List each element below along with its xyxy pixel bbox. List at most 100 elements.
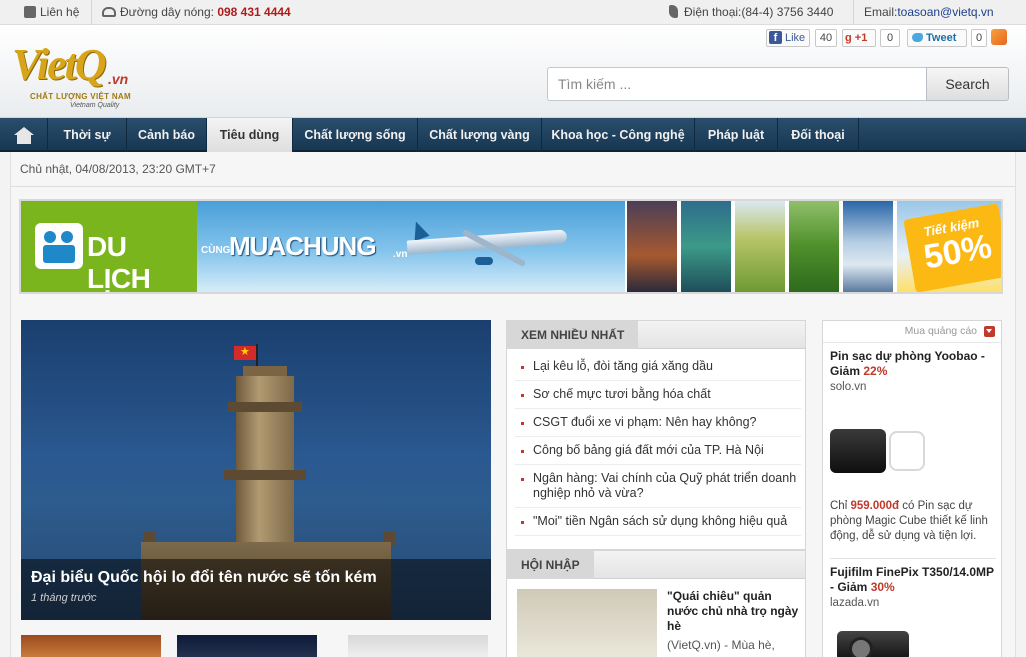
ad-title[interactable]: Fujifilm FinePix T350/14.0MP - Giảm 30%	[830, 565, 996, 595]
list-item[interactable]: Sơ chế mực tươi bằng hóa chất	[515, 381, 801, 409]
most-viewed-heading[interactable]: XEM NHIỀU NHẤT	[507, 321, 639, 349]
divider	[91, 0, 92, 25]
ad-price: 959.000đ	[850, 500, 900, 512]
divider	[853, 0, 854, 25]
ad-site[interactable]: solo.vn	[830, 381, 866, 393]
list-item[interactable]: "Moi" tiền Ngân sách sử dụng không hiệu …	[515, 508, 801, 536]
most-viewed-list: Lại kêu lỗ, đòi tăng giá xăng dầu Sơ chế…	[515, 353, 801, 536]
city-photo	[625, 201, 677, 292]
buy-ads-link[interactable]: Mua quảng cáo	[905, 325, 977, 337]
story-title[interactable]: "Quái chiêu" quản nước chủ nhà trọ ngày …	[667, 589, 801, 634]
google-plus-label: +1	[854, 32, 868, 44]
email-info: Email:toasoan@vietq.vn	[864, 0, 994, 25]
ad-description: Chỉ 959.000đ có Pin sạc dự phòng Magic C…	[830, 499, 998, 544]
list-item[interactable]: Ngân hàng: Vai chính của Quỹ phát triển …	[515, 465, 801, 508]
story-thumbnail[interactable]	[177, 635, 317, 657]
tower-balcony	[228, 402, 302, 412]
story-thumbnail[interactable]	[21, 635, 161, 657]
nav-item-tieu-dung[interactable]: Tiêu dùng	[207, 118, 293, 154]
coast-photo	[679, 201, 731, 292]
ad-title-text: Pin sạc dự phòng Yoobao - Giảm	[830, 349, 985, 378]
airplane-engine	[475, 257, 493, 265]
ad-desc-prefix: Chỉ	[830, 500, 851, 512]
handset-icon	[669, 5, 678, 18]
list-item[interactable]: Lại kêu lỗ, đòi tăng giá xăng dầu	[515, 353, 801, 381]
most-viewed-box: XEM NHIỀU NHẤT Lại kêu lỗ, đòi tăng giá …	[506, 320, 806, 550]
vietnam-flag-icon	[234, 345, 256, 360]
featured-title[interactable]: Đại biểu Quốc hội lo đổi tên nước sẽ tốn…	[31, 569, 377, 587]
main-navigation: Thời sự Cảnh báo Tiêu dùng Chất lượng số…	[0, 118, 1026, 154]
home-button[interactable]	[0, 118, 48, 152]
site-logo[interactable]: VietQ .vn CHẤT LƯỢNG VIỆT NAM Vietnam Qu…	[12, 31, 142, 115]
cable-image	[889, 431, 925, 471]
list-item[interactable]: CSGT đuổi xe vi phạm: Nên hay không?	[515, 409, 801, 437]
nav-item-khoa-hoc-cong-nghe[interactable]: Khoa học - Công nghệ	[542, 118, 695, 152]
nav-item-canh-bao[interactable]: Cảnh báo	[127, 118, 207, 152]
banner-sky-panel: CÙNG MUACHUNG .vn	[197, 201, 625, 292]
story-summary: (VietQ.vn) - Mùa hè,	[667, 638, 775, 652]
tweet-button[interactable]: Tweet	[907, 29, 967, 47]
nav-item-doi-thoai[interactable]: Đối thoại	[778, 118, 859, 152]
list-item[interactable]: Công bố bảng giá đất mới của TP. Hà Nội	[515, 437, 801, 465]
contact-link[interactable]: Liên hệ	[24, 0, 79, 25]
search-input[interactable]: Tìm kiếm ...	[547, 67, 926, 101]
story-thumbnail[interactable]	[517, 589, 657, 657]
power-bank-image[interactable]	[830, 429, 886, 473]
camera-image[interactable]	[837, 631, 909, 657]
ad-title[interactable]: Pin sạc dự phòng Yoobao - Giảm 22%	[830, 349, 996, 379]
current-date: Chủ nhật, 04/08/2013, 23:20 GMT+7	[20, 162, 216, 176]
divider	[830, 558, 996, 559]
contact-label: Liên hệ	[40, 5, 80, 19]
tweet-count: 0	[971, 29, 987, 47]
story-thumbnail[interactable]	[348, 635, 488, 657]
field-photo	[733, 201, 785, 292]
nav-item-chat-luong-vang[interactable]: Chất lượng vàng	[418, 118, 542, 152]
phone-info: Điện thoại:(84-4) 3756 3440	[669, 0, 833, 25]
facebook-like-button[interactable]: Like	[766, 29, 810, 47]
home-icon	[14, 127, 34, 135]
facebook-like-count: 40	[815, 29, 837, 47]
airplane-icon	[408, 218, 430, 242]
featured-story[interactable]: Đại biểu Quốc hội lo đổi tên nước sẽ tốn…	[21, 320, 491, 620]
hotline-label: Đường dây nóng:	[120, 5, 214, 19]
tea-hill-photo	[787, 201, 839, 292]
nav-item-phap-luat[interactable]: Pháp luật	[695, 118, 778, 152]
hotline-number[interactable]: 098 431 4444	[217, 5, 290, 19]
email-link[interactable]: toasoan@vietq.vn	[897, 5, 993, 19]
home-icon-body	[17, 135, 31, 144]
banner-brand-panel: DU LỊCH	[21, 201, 197, 292]
ads-sidebar: Mua quảng cáo Pin sạc dự phòng Yoobao - …	[822, 320, 1002, 657]
ad-discount: 30%	[870, 580, 895, 594]
ad-title-text: Fujifilm FinePix T350/14.0MP - Giảm	[830, 565, 994, 594]
google-plus-count: 0	[880, 29, 900, 47]
logo-body	[43, 245, 75, 263]
nav-item-chat-luong-song[interactable]: Chất lượng sống	[293, 118, 418, 152]
search-button[interactable]: Search	[926, 67, 1009, 101]
banner-brand-text: DU LỊCH	[87, 231, 151, 294]
banner-tld-text: .vn	[393, 249, 408, 260]
main-content: Chủ nhật, 04/08/2013, 23:20 GMT+7 DU LỊC…	[10, 152, 1016, 657]
logo-tagline: CHẤT LƯỢNG VIỆT NAM	[30, 92, 131, 101]
google-plus-button[interactable]: g +1	[842, 29, 876, 47]
hoi-nhap-box: HỘI NHẬP "Quái chiêu" quản nước chủ nhà …	[506, 550, 806, 657]
site-header: VietQ .vn CHẤT LƯỢNG VIỆT NAM Vietnam Qu…	[0, 25, 1026, 118]
hotline: Đường dây nóng: 098 431 4444	[102, 0, 291, 25]
featured-time: 1 tháng trước	[31, 592, 97, 604]
banner-cung-text: CÙNG	[201, 245, 231, 256]
ad-site[interactable]: lazada.vn	[830, 597, 879, 609]
rss-icon[interactable]	[991, 29, 1007, 45]
muachung-logo-icon	[35, 223, 83, 269]
box-header: HỘI NHẬP	[507, 551, 805, 579]
discount-badge: Tiết kiệm 50%	[903, 203, 1001, 292]
logo-mark: VietQ	[12, 40, 107, 89]
nav-item-thoi-su[interactable]: Thời sự	[48, 118, 127, 152]
chevron-down-icon[interactable]	[984, 326, 995, 337]
logo-tld: .vn	[108, 71, 129, 87]
muachung-travel-banner[interactable]: DU LỊCH CÙNG MUACHUNG .vn Tiết kiệm 50%	[19, 199, 1003, 294]
hoi-nhap-heading[interactable]: HỘI NHẬP	[507, 551, 594, 579]
ads-header: Mua quảng cáo	[823, 321, 1001, 343]
email-label: Email:	[864, 5, 898, 19]
divider	[11, 186, 1015, 187]
logo-subtagline: Vietnam Quality	[70, 102, 120, 109]
top-bar: Liên hệ Đường dây nóng: 098 431 4444 Điệ…	[0, 0, 1026, 25]
